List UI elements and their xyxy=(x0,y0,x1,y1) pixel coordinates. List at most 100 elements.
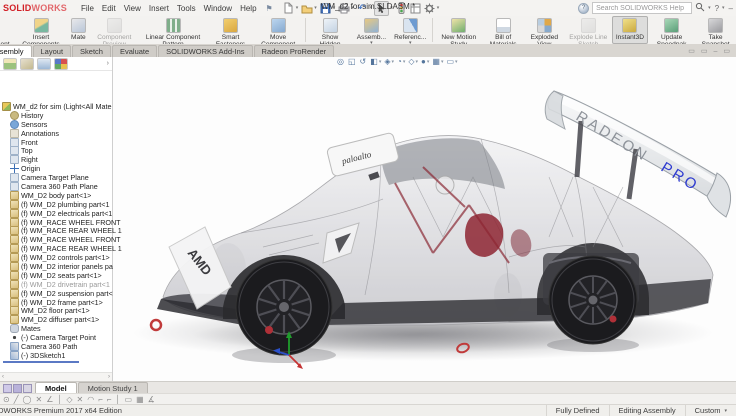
sketch-tool-icon[interactable]: │ xyxy=(57,395,62,405)
ribbon-button[interactable]: Edit Component xyxy=(0,16,15,44)
tree-item[interactable]: Origin xyxy=(0,164,112,173)
sketch-tool-icon[interactable]: ✕ xyxy=(35,395,42,405)
tree-item[interactable]: WM_d2 for sim (Light<All Mate xyxy=(0,102,112,111)
hud-icon[interactable]: ●▾ xyxy=(421,57,429,66)
sketch-tool-icon[interactable]: ◠ xyxy=(87,395,94,405)
tree-item[interactable]: Sensors xyxy=(0,120,112,129)
help-button[interactable]: ? xyxy=(715,4,719,13)
split-box-icon[interactable] xyxy=(3,384,12,393)
hud-icon[interactable]: ↺ xyxy=(360,57,368,66)
tree-item[interactable]: (f) WM_D2 seats part<1> xyxy=(0,271,112,280)
search-icon[interactable] xyxy=(695,2,705,14)
rollback-bar[interactable] xyxy=(3,361,79,363)
units-selector[interactable]: Custom▾ xyxy=(685,405,736,416)
ribbon-button[interactable]: Referenc...▾ xyxy=(390,16,430,44)
tree-item[interactable]: Mates xyxy=(0,324,112,333)
tree-item[interactable]: (f) WM_RACE REAR WHEEL 1 xyxy=(0,226,112,235)
hud-icon[interactable]: ◎ xyxy=(337,57,345,66)
sketch-tool-icon[interactable]: ⊙ xyxy=(3,395,10,405)
doc-window-control-icon[interactable]: ▭ xyxy=(688,47,695,55)
tree-item[interactable]: Front xyxy=(0,138,112,147)
featuremanager-tree-icon[interactable] xyxy=(3,58,17,70)
tree-item[interactable]: (f) WM_D2 controls part<1> xyxy=(0,253,112,262)
tree-item[interactable]: (f) WM_D2 suspension part< xyxy=(0,289,112,298)
ribbon-button[interactable]: Move Component▾ xyxy=(254,16,303,44)
doc-window-control-icon[interactable]: ▭ xyxy=(701,47,708,55)
ribbon-button[interactable]: Assemb...▾ xyxy=(353,16,390,44)
tree-item[interactable]: (f) WM_RACE WHEEL FRONT xyxy=(0,218,112,227)
tree-item[interactable]: (-) Camera Target Point xyxy=(0,333,112,342)
tree-item[interactable]: Right xyxy=(0,155,112,164)
ribbon-button[interactable]: Explode Line Sketch xyxy=(565,16,612,44)
scroll-right-icon[interactable]: › xyxy=(108,374,110,380)
ribbon-button[interactable]: Bill of Materials xyxy=(482,16,524,44)
sketch-tool-icon[interactable]: ╱ xyxy=(14,395,19,405)
sketch-tool-icon[interactable]: ◇ xyxy=(66,395,72,405)
menu-item[interactable]: File xyxy=(77,4,98,13)
commandmanager-tab[interactable]: Sketch xyxy=(72,45,111,57)
tree-item[interactable]: (-) 3DSketch1 xyxy=(0,351,112,360)
tree-item[interactable]: (f) WM_D2 drivetrain part<1 xyxy=(0,280,112,289)
ribbon-button[interactable]: Mate xyxy=(67,16,90,44)
doc-window-control-icon[interactable]: – xyxy=(713,48,717,55)
sketch-tool-icon[interactable]: ✕ xyxy=(77,395,84,405)
sketch-tool-icon[interactable]: ◯ xyxy=(23,395,32,405)
sketch-tool-icon[interactable]: ▦ xyxy=(136,395,144,405)
tree-item[interactable]: (f) WM_D2 interior panels pa xyxy=(0,262,112,271)
ribbon-button[interactable]: Exploded View xyxy=(524,16,565,44)
hud-icon[interactable]: ◱ xyxy=(348,57,357,66)
propertymanager-icon[interactable] xyxy=(20,58,34,70)
scroll-left-icon[interactable]: ‹ xyxy=(2,374,4,380)
hud-icon[interactable]: ◔▾ xyxy=(397,57,405,66)
tree-item[interactable]: (f) WM_D2 plumbing part<1 xyxy=(0,200,112,209)
tree-item[interactable]: History xyxy=(0,111,112,120)
sketch-tool-icon[interactable]: ⌐ xyxy=(98,395,103,405)
ribbon-button[interactable]: Smart Fasteners xyxy=(207,16,253,44)
tree-item[interactable]: Camera 360 Path xyxy=(0,342,112,351)
displaymanager-icon[interactable] xyxy=(54,58,68,70)
ribbon-button[interactable]: Instant3D xyxy=(612,16,648,44)
commandmanager-tab[interactable]: SOLIDWORKS Add-Ins xyxy=(158,45,252,57)
new-icon[interactable] xyxy=(282,2,295,15)
hud-icon[interactable]: ◇▾ xyxy=(408,57,418,66)
ribbon-button[interactable]: Take Snapshot xyxy=(695,16,736,44)
menu-item[interactable]: Tools xyxy=(173,4,200,13)
open-icon[interactable] xyxy=(300,2,313,15)
menu-item[interactable]: View xyxy=(120,4,145,13)
ribbon-button[interactable]: Update Speedpak xyxy=(648,16,695,44)
ribbon-button[interactable]: Component Preview Window xyxy=(90,16,139,44)
menu-item[interactable]: Insert xyxy=(145,4,173,13)
pin-menu-icon[interactable]: ⚑ xyxy=(266,4,273,13)
menu-item[interactable]: Edit xyxy=(98,4,120,13)
graphics-area[interactable]: AMD paloalto RADEON PRO xyxy=(113,57,736,381)
tree-item[interactable]: (f) WM_D2 electricals part<1 xyxy=(0,209,112,218)
hud-icon[interactable]: ▭▾ xyxy=(446,57,457,66)
ribbon-button[interactable]: New Motion Study xyxy=(435,16,482,44)
configurationmanager-icon[interactable] xyxy=(37,58,51,70)
tree-item[interactable]: Camera Target Plane xyxy=(0,173,112,182)
sketch-tool-icon[interactable]: ∠ xyxy=(46,395,53,405)
tree-item[interactable]: Annotations xyxy=(0,129,112,138)
split-box-icon[interactable] xyxy=(13,384,22,393)
ribbon-button[interactable]: Insert Components▾ xyxy=(15,16,67,44)
ribbon-button[interactable]: Show Hidden Components xyxy=(307,16,352,44)
hud-icon[interactable]: ▦▾ xyxy=(432,57,443,66)
options-gear-icon[interactable] xyxy=(423,2,436,15)
search-input[interactable] xyxy=(592,2,692,14)
ribbon-button[interactable]: Linear Component Pattern▾ xyxy=(139,16,208,44)
tree-item[interactable]: Top xyxy=(0,146,112,155)
panel-scrollbar[interactable]: ‹ › xyxy=(0,372,112,381)
split-box-icon[interactable] xyxy=(23,384,32,393)
sketch-tool-icon[interactable]: ∡ xyxy=(148,395,155,405)
tree-item[interactable]: (f) WM_RACE REAR WHEEL 1 xyxy=(0,244,112,253)
hud-icon[interactable]: ◈▾ xyxy=(384,57,394,66)
commandmanager-tab[interactable]: Evaluate xyxy=(112,45,157,57)
commandmanager-tab[interactable]: Layout xyxy=(33,45,72,57)
sketch-tool-icon[interactable]: │ xyxy=(116,395,121,405)
tree-item[interactable]: WM_D2 diffuser part<1> xyxy=(0,315,112,324)
tree-item[interactable]: (f) WM_D2 frame part<1> xyxy=(0,298,112,307)
hud-icon[interactable]: ◧▾ xyxy=(370,57,381,66)
tree-item[interactable]: WM_D2 body part<1> xyxy=(0,191,112,200)
tree-item[interactable]: WM_D2 floor part<1> xyxy=(0,306,112,315)
commandmanager-tab[interactable]: Assembly xyxy=(0,45,32,57)
